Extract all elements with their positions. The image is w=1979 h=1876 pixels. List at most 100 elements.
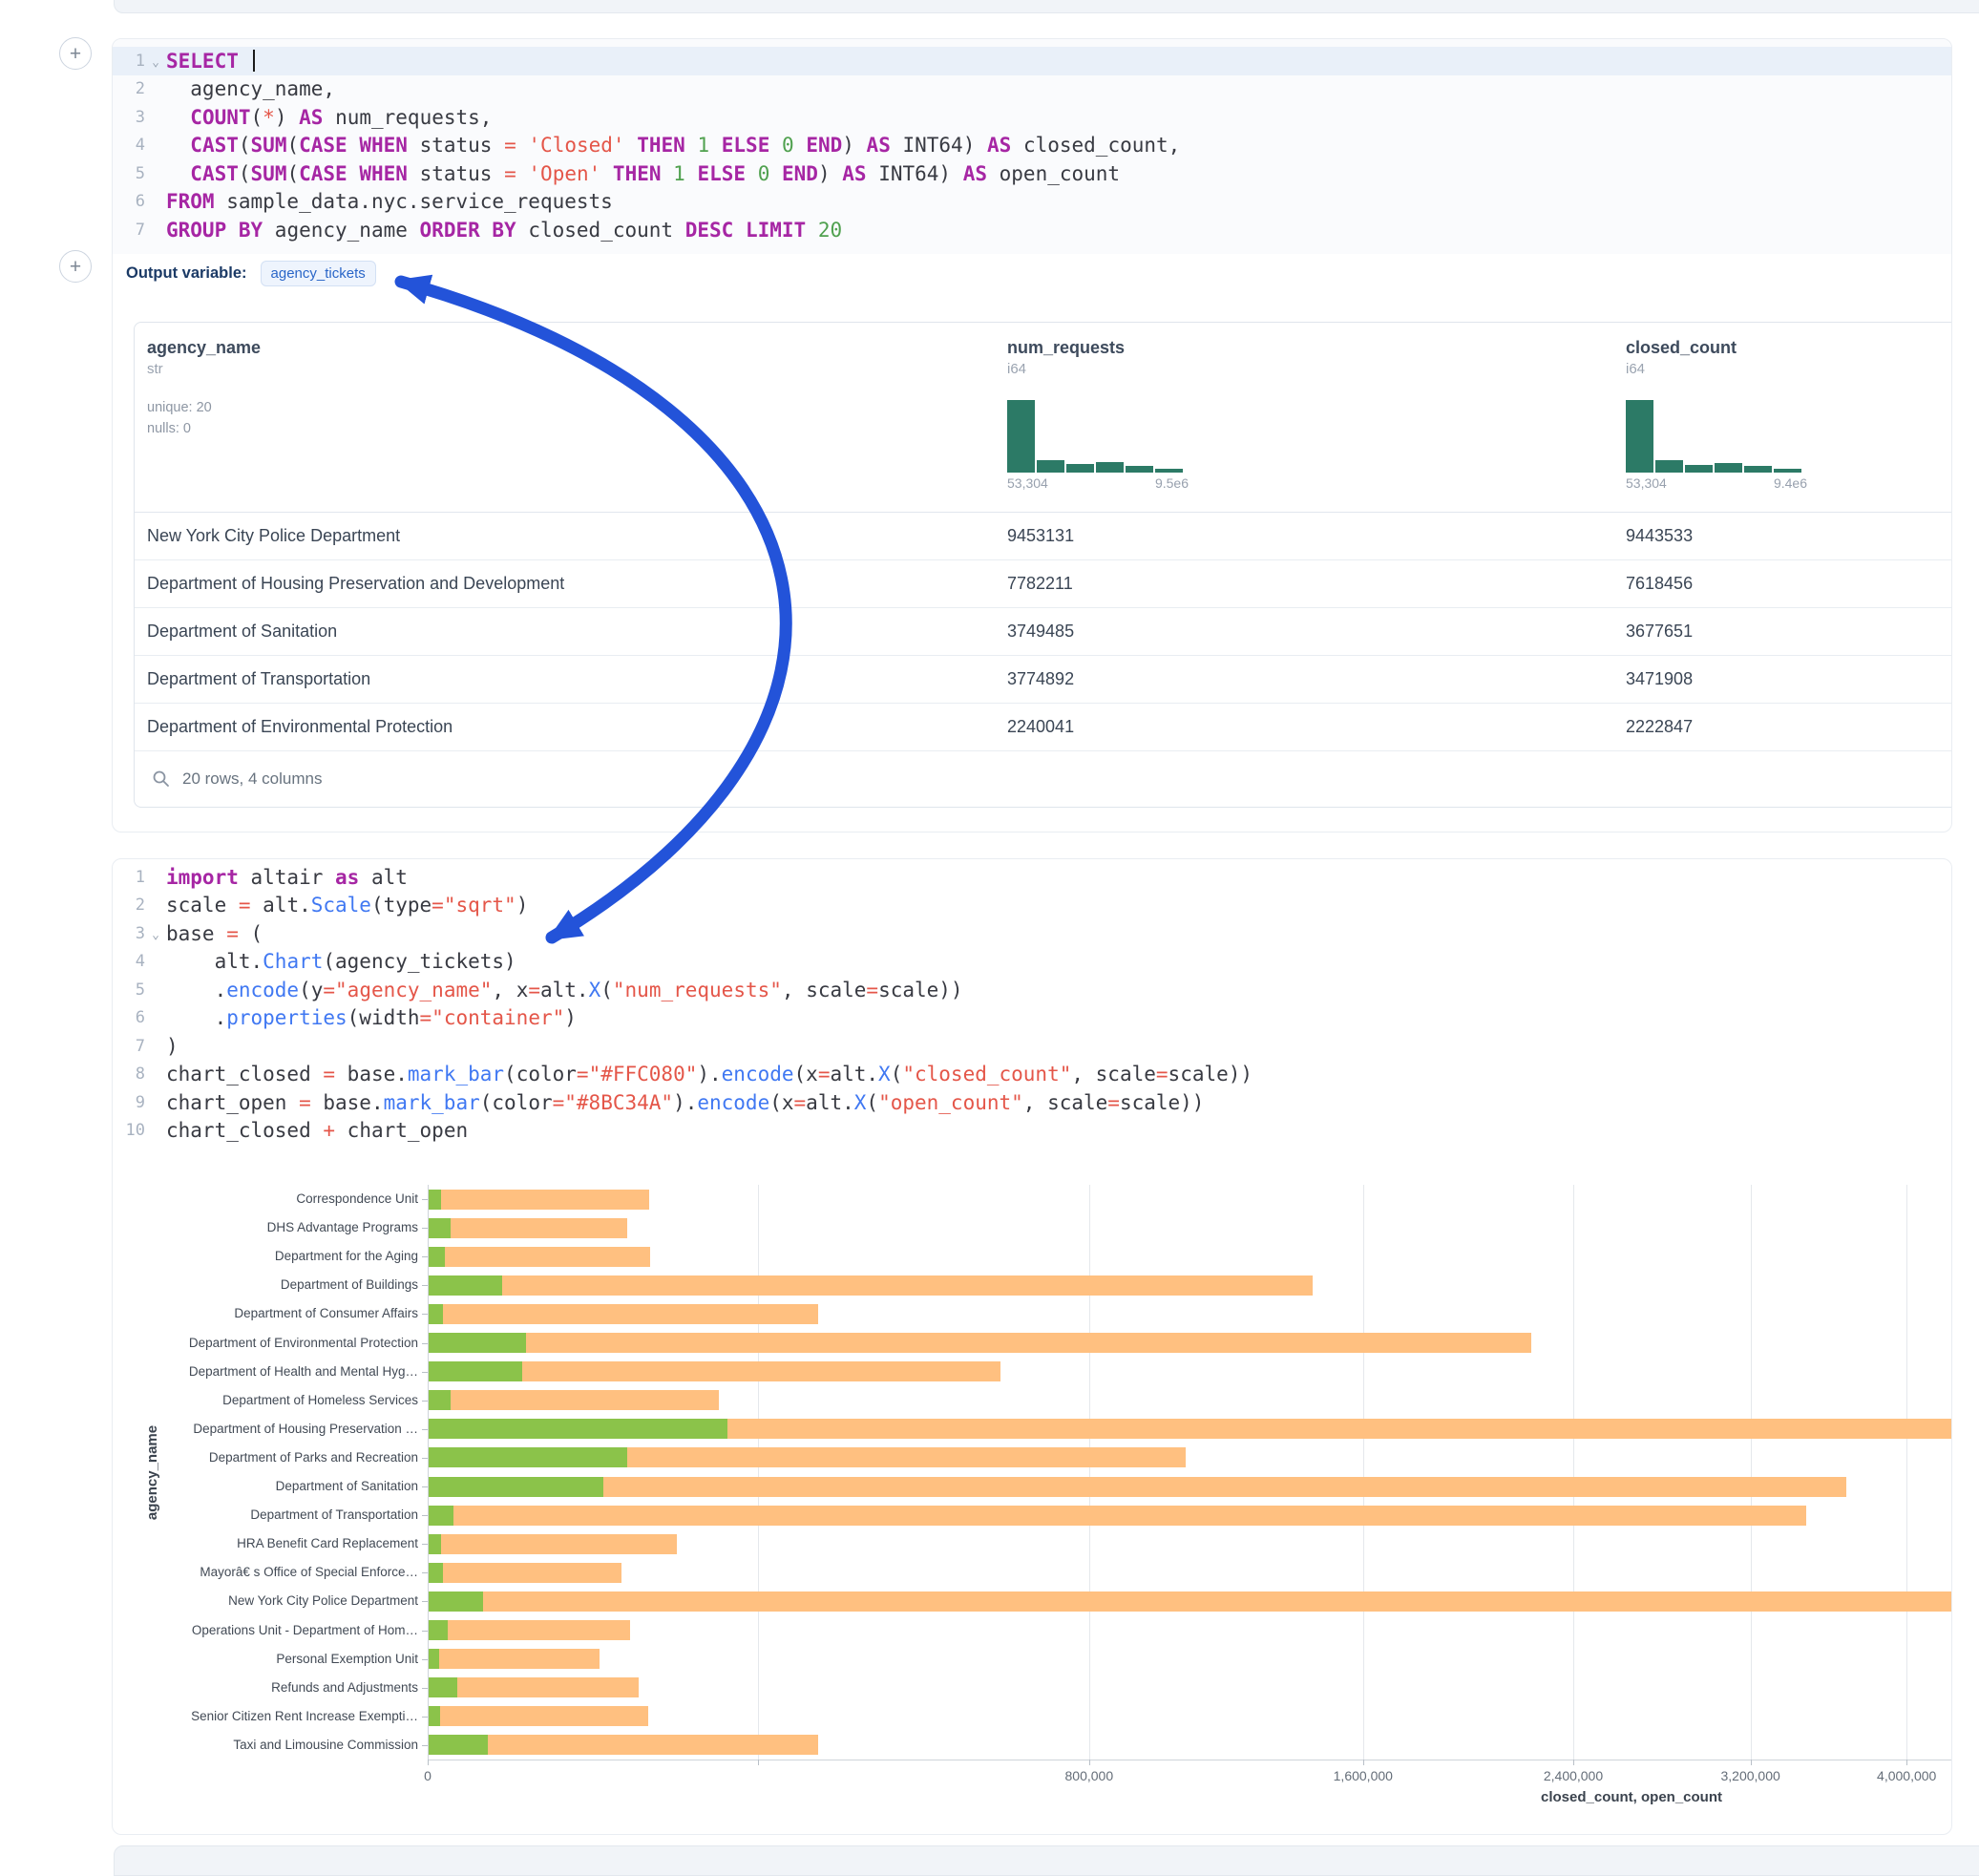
x-axis-tick (758, 1760, 759, 1765)
bar-open_count (429, 1506, 453, 1526)
gridline (758, 1185, 759, 1760)
line-number: 1 (113, 52, 145, 71)
table-cell: 7618456 (1613, 574, 1952, 594)
table-cell: 3749485 (995, 622, 1613, 642)
python-cell: 1import altair as alt2scale = alt.Scale(… (112, 858, 1952, 1835)
histogram-bar (1744, 466, 1772, 472)
add-cell-button-top[interactable]: + (59, 37, 92, 70)
histogram-bar (1715, 463, 1742, 473)
chart-plot-area (428, 1185, 1952, 1760)
histogram-bar (1685, 465, 1713, 473)
y-axis-tick (422, 1717, 428, 1718)
sql-cell: 1⌄SELECT 2 agency_name,3 COUNT(*) AS num… (112, 38, 1952, 833)
y-axis-tick (422, 1659, 428, 1660)
histogram-bar (1655, 460, 1683, 473)
gridline (1089, 1185, 1090, 1760)
y-axis-tick (422, 1228, 428, 1229)
table-cell: 3677651 (1613, 622, 1952, 642)
line-number: 6 (113, 192, 145, 211)
text-cursor (253, 50, 255, 72)
bar-closed_count (429, 1534, 677, 1554)
bar-open_count (429, 1447, 627, 1467)
table-cell: Department of Sanitation (135, 622, 995, 642)
column-meta: nulls: 0 (147, 421, 995, 436)
table-cell: 3774892 (995, 669, 1613, 689)
bar-open_count (429, 1620, 448, 1640)
bar-closed_count (429, 1649, 600, 1669)
table-cell: 2222847 (1613, 717, 1952, 737)
table-cell: 2240041 (995, 717, 1613, 737)
y-axis-tick (422, 1285, 428, 1286)
y-axis-tick-label: Department of Transportation (113, 1507, 418, 1523)
fold-spacer (145, 143, 166, 147)
y-axis-tick-label: Department of Homeless Services (113, 1393, 418, 1408)
sql-code-editor[interactable]: 1⌄SELECT 2 agency_name,3 COUNT(*) AS num… (113, 39, 1951, 254)
column-header-num_requests[interactable]: num_requestsi6453,3049.5e6 (995, 323, 1613, 512)
y-axis-tick-label: Department for the Aging (113, 1249, 418, 1264)
bar-closed_count (429, 1677, 639, 1697)
y-axis-tick (422, 1256, 428, 1257)
bar-closed_count (429, 1218, 627, 1238)
y-axis-tick-label: Department of Sanitation (113, 1479, 418, 1494)
histogram-range: 53,3049.4e6 (1626, 475, 1807, 491)
fold-spacer (145, 87, 166, 91)
y-axis-tick (422, 1572, 428, 1573)
y-axis-tick-label: Department of Housing Preservation … (113, 1422, 418, 1437)
table-row[interactable]: Department of Housing Preservation and D… (135, 560, 1952, 608)
table-row[interactable]: Department of Sanitation37494853677651 (135, 608, 1952, 656)
code-line: 6FROM sample_data.nyc.service_requests (113, 188, 1951, 217)
bar-open_count (429, 1419, 727, 1439)
table-row[interactable]: Department of Environmental Protection22… (135, 704, 1952, 751)
bar-open_count (429, 1534, 441, 1554)
table-cell: 9443533 (1613, 526, 1952, 546)
y-axis-tick (422, 1515, 428, 1516)
y-axis-tick-label: Department of Buildings (113, 1277, 418, 1293)
column-header-agency_name[interactable]: agency_namestrunique: 20nulls: 0 (135, 323, 995, 512)
histogram-bar (1007, 400, 1035, 473)
y-axis-tick-label: Operations Unit - Department of Hom… (113, 1623, 418, 1638)
y-axis-tick (422, 1372, 428, 1373)
x-axis-tick (1751, 1760, 1752, 1765)
x-axis-tick-label: 0 (424, 1768, 432, 1783)
y-axis-tick-label: DHS Advantage Programs (113, 1220, 418, 1235)
code-text: GROUP BY agency_name ORDER BY closed_cou… (166, 219, 842, 242)
add-cell-button-output[interactable]: + (59, 250, 92, 283)
bar-open_count (429, 1218, 451, 1238)
bar-open_count (429, 1304, 443, 1324)
y-axis-tick (422, 1544, 428, 1545)
y-axis-tick-label: Correspondence Unit (113, 1191, 418, 1207)
table-cell: Department of Housing Preservation and D… (135, 574, 995, 594)
column-type: i64 (1626, 361, 1952, 377)
output-variable-chip[interactable]: agency_tickets (261, 261, 376, 286)
y-axis-tick-label: New York City Police Department (113, 1593, 418, 1609)
y-axis-tick-label: Department of Consumer Affairs (113, 1306, 418, 1321)
y-axis-tick (422, 1745, 428, 1746)
altair-chart: closed_count, open_count agency_name 080… (113, 859, 1951, 1834)
column-header-closed_count[interactable]: closed_counti6453,3049.4e6 (1613, 323, 1952, 512)
fold-chevron-icon[interactable]: ⌄ (145, 52, 166, 70)
code-text: SELECT (166, 50, 255, 73)
histogram-bar (1155, 469, 1183, 473)
y-axis-tick-label: Department of Parks and Recreation (113, 1450, 418, 1465)
bar-closed_count (429, 1477, 1846, 1497)
y-axis-tick-label: HRA Benefit Card Replacement (113, 1536, 418, 1551)
output-variable-label: Output variable: (126, 264, 247, 283)
table-row[interactable]: New York City Police Department945313194… (135, 513, 1952, 560)
bar-open_count (429, 1477, 603, 1497)
histogram-bar (1626, 400, 1653, 473)
table-row[interactable]: Department of Transportation377489234719… (135, 656, 1952, 704)
code-line: 7GROUP BY agency_name ORDER BY closed_co… (113, 216, 1951, 244)
y-axis-tick-label: Refunds and Adjustments (113, 1680, 418, 1696)
bar-closed_count (429, 1591, 1952, 1612)
column-type: str (147, 361, 995, 377)
bar-closed_count (429, 1506, 1806, 1526)
search-icon[interactable] (152, 769, 171, 789)
code-line: 3 COUNT(*) AS num_requests, (113, 103, 1951, 132)
code-text: agency_name, (166, 77, 335, 100)
fold-spacer (145, 200, 166, 203)
x-axis-tick (1906, 1760, 1907, 1765)
table-cell: 3471908 (1613, 669, 1952, 689)
bar-closed_count (429, 1190, 649, 1210)
histogram-bar (1126, 466, 1153, 473)
table-cell: Department of Environmental Protection (135, 717, 995, 737)
